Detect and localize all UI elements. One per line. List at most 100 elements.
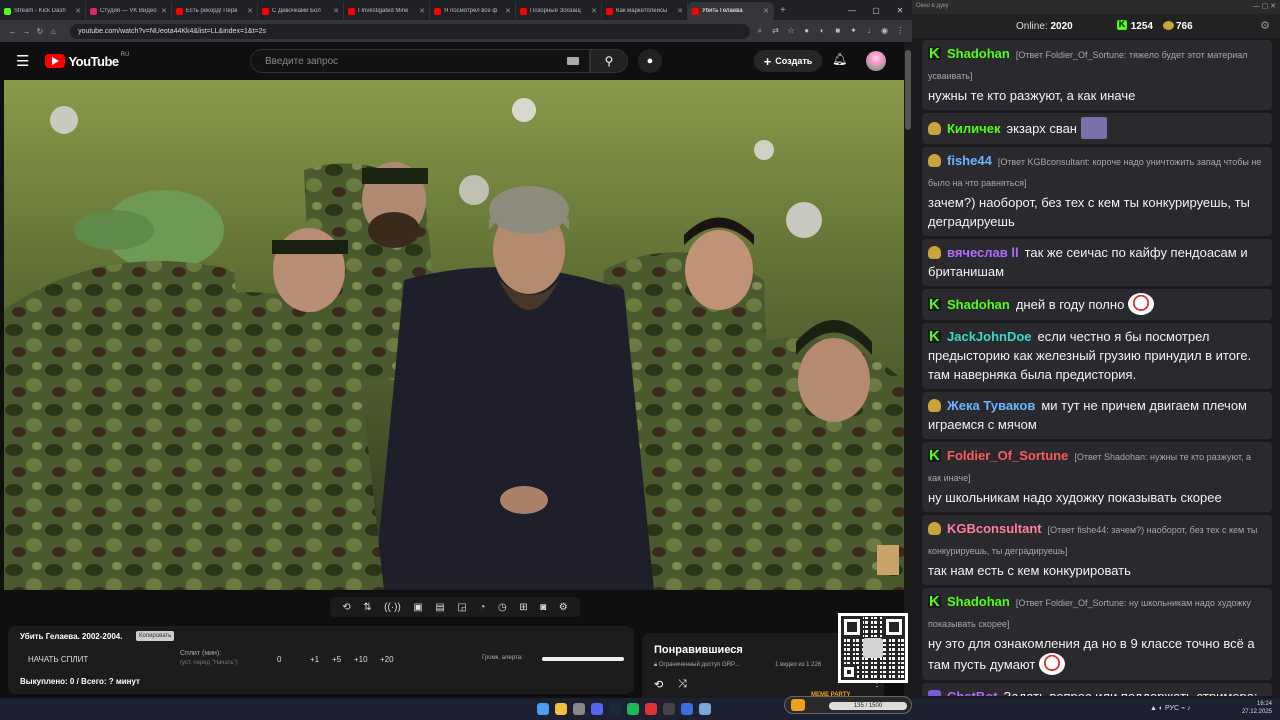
broadcast-icon[interactable]: ((·)) <box>384 602 401 613</box>
pip-icon[interactable]: ◲ <box>457 602 466 613</box>
back-icon[interactable]: ← <box>6 27 20 36</box>
chat-username[interactable]: Shadohan <box>947 46 1010 61</box>
chat-username[interactable]: Shadohan <box>947 594 1010 609</box>
settings-icon[interactable]: ⚙ <box>559 602 568 613</box>
tab-close-icon[interactable]: ✕ <box>161 7 167 15</box>
add-icon[interactable]: ⊞ <box>519 602 527 613</box>
browser-tab[interactable]: Есть рекорд! Перв ✕ <box>172 2 258 20</box>
chat-username[interactable]: ChatBot <box>947 689 998 696</box>
chat-username[interactable]: Жека Туваков <box>947 398 1035 413</box>
camera-icon[interactable]: ◙ <box>540 602 546 613</box>
browser-tab[interactable]: Убить Гелаева ✕ <box>688 2 774 20</box>
spotify-icon[interactable] <box>627 703 639 715</box>
copy-button[interactable]: Копировать <box>136 631 175 641</box>
browser-tab[interactable]: Позорные Зоозащ ✕ <box>516 2 602 20</box>
app-icon[interactable] <box>681 703 693 715</box>
new-tab-button[interactable]: + <box>774 5 792 16</box>
chat-username[interactable]: fishe44 <box>947 153 992 168</box>
playlist-title[interactable]: Понравившиеся <box>654 644 743 656</box>
emoji-badge-icon <box>928 522 941 535</box>
chat-username[interactable]: JackJohnDoe <box>947 329 1032 344</box>
profile-icon[interactable]: ◉ <box>879 26 891 36</box>
browser-tab[interactable]: Stream - Kick Dash ✕ <box>0 2 86 20</box>
chat-username[interactable]: KGBconsultant <box>947 521 1042 536</box>
browser-tab[interactable]: Как маркетплейсы ✕ <box>602 2 688 20</box>
voice-search-button[interactable]: ● <box>638 49 662 73</box>
discord-icon[interactable] <box>591 703 603 715</box>
speed-icon[interactable]: ◷ <box>498 602 507 613</box>
explorer-icon[interactable] <box>573 703 585 715</box>
loop-icon[interactable]: ⟲ <box>342 602 350 613</box>
timer-icon[interactable]: ◔ <box>479 602 485 613</box>
keyboard-icon[interactable] <box>567 57 579 65</box>
create-button[interactable]: + Создать <box>754 50 822 72</box>
menu-icon[interactable]: ⋮ <box>894 26 906 36</box>
app-icon[interactable] <box>663 703 675 715</box>
shuffle-icon[interactable]: ⤨ <box>678 678 687 691</box>
zoom-icon[interactable]: ⌕ <box>754 26 766 36</box>
add-5-button[interactable]: +5 <box>332 655 341 664</box>
close-window-icon[interactable]: ✕ <box>888 6 912 15</box>
translate-icon[interactable]: ⇄ <box>770 26 782 36</box>
search-input[interactable]: Введите запрос <box>250 49 590 73</box>
kick-logo-icon <box>1116 19 1127 30</box>
tab-close-icon[interactable]: ✕ <box>419 7 425 15</box>
bookmark-star-icon[interactable]: ☆ <box>785 26 797 36</box>
tab-close-icon[interactable]: ✕ <box>75 7 81 15</box>
video-player[interactable] <box>4 80 904 590</box>
clock[interactable]: 16:24 27.12.2025 <box>1242 700 1272 716</box>
chat-messages[interactable]: Shadohan[Ответ Foldier_Of_Sortune: тяжел… <box>922 40 1272 696</box>
windows-start-icon[interactable] <box>537 703 549 715</box>
sort-icon[interactable]: ⇅ <box>363 602 371 613</box>
chat-username[interactable]: Shadohan <box>947 297 1010 312</box>
alert-volume-slider[interactable] <box>542 657 624 661</box>
steam-icon[interactable] <box>609 703 621 715</box>
playlist-loop-icon[interactable]: ⟲ <box>654 678 663 691</box>
browser-tab[interactable]: С Девочками Бол ✕ <box>258 2 344 20</box>
chat-settings-icon[interactable]: ⚙ <box>1260 19 1270 32</box>
browser-tab[interactable]: I Investigated Mine ✕ <box>344 2 430 20</box>
system-tray[interactable]: ▲ ◐ РУС ⌁ ♪ <box>1150 704 1191 712</box>
tab-close-icon[interactable]: ✕ <box>677 7 683 15</box>
tab-close-icon[interactable]: ✕ <box>505 7 511 15</box>
extension-icon[interactable]: ◐ <box>816 26 828 36</box>
youtube-logo[interactable]: YouTube RU <box>45 52 129 69</box>
app-icon[interactable] <box>645 703 657 715</box>
extensions-puzzle-icon[interactable]: ✦ <box>848 26 860 36</box>
split-label: Сплит (мин): <box>180 650 222 657</box>
screenshot-icon[interactable]: ▣ <box>413 602 422 613</box>
app-icon[interactable] <box>699 703 711 715</box>
forward-icon[interactable]: → <box>20 27 34 36</box>
avatar[interactable] <box>866 51 886 71</box>
reload-icon[interactable]: ↻ <box>33 27 47 36</box>
scrollbar-thumb[interactable] <box>905 50 911 130</box>
tab-close-icon[interactable]: ✕ <box>333 7 339 15</box>
chat-username[interactable]: Киличек <box>947 121 1000 136</box>
hamburger-menu-icon[interactable]: ☰ <box>16 52 29 70</box>
minimize-icon[interactable]: — <box>840 6 864 15</box>
add-20-button[interactable]: +20 <box>380 655 394 664</box>
film-icon[interactable]: ▤ <box>435 602 444 613</box>
chat-username[interactable]: Foldier_Of_Sortune <box>947 448 1068 463</box>
chat-username[interactable]: вячеслав ll <box>947 245 1019 260</box>
browser-tab[interactable]: Студия — VK Видео ✕ <box>86 2 172 20</box>
search-button[interactable]: ⚲ <box>590 49 628 73</box>
tab-close-icon[interactable]: ✕ <box>763 7 769 15</box>
add-1-button[interactable]: +1 <box>310 655 319 664</box>
url-field[interactable]: youtube.com/watch?v=NUeota44Kk4&list=LL&… <box>70 23 751 39</box>
chrome-icon[interactable] <box>555 703 567 715</box>
tab-close-icon[interactable]: ✕ <box>247 7 253 15</box>
tab-close-icon[interactable]: ✕ <box>591 7 597 15</box>
chat-window-controls[interactable]: — ▢ ✕ <box>1253 2 1276 10</box>
home-icon[interactable]: ⌂ <box>47 27 61 36</box>
downloads-icon[interactable]: ↓ <box>863 26 875 36</box>
extension-icon[interactable]: ■ <box>832 26 844 36</box>
start-split-button[interactable]: НАЧАТЬ СПЛИТ <box>28 655 88 664</box>
page-scrollbar[interactable] <box>904 42 912 698</box>
notifications-bell-icon[interactable]: 🔔︎ <box>832 52 847 66</box>
browser-tab[interactable]: Я посмотрел все ф ✕ <box>430 2 516 20</box>
extension-icon[interactable]: ● <box>801 26 813 36</box>
input-language[interactable]: РУС <box>1165 705 1179 712</box>
maximize-icon[interactable]: ▢ <box>864 6 888 15</box>
add-10-button[interactable]: +10 <box>354 655 368 664</box>
